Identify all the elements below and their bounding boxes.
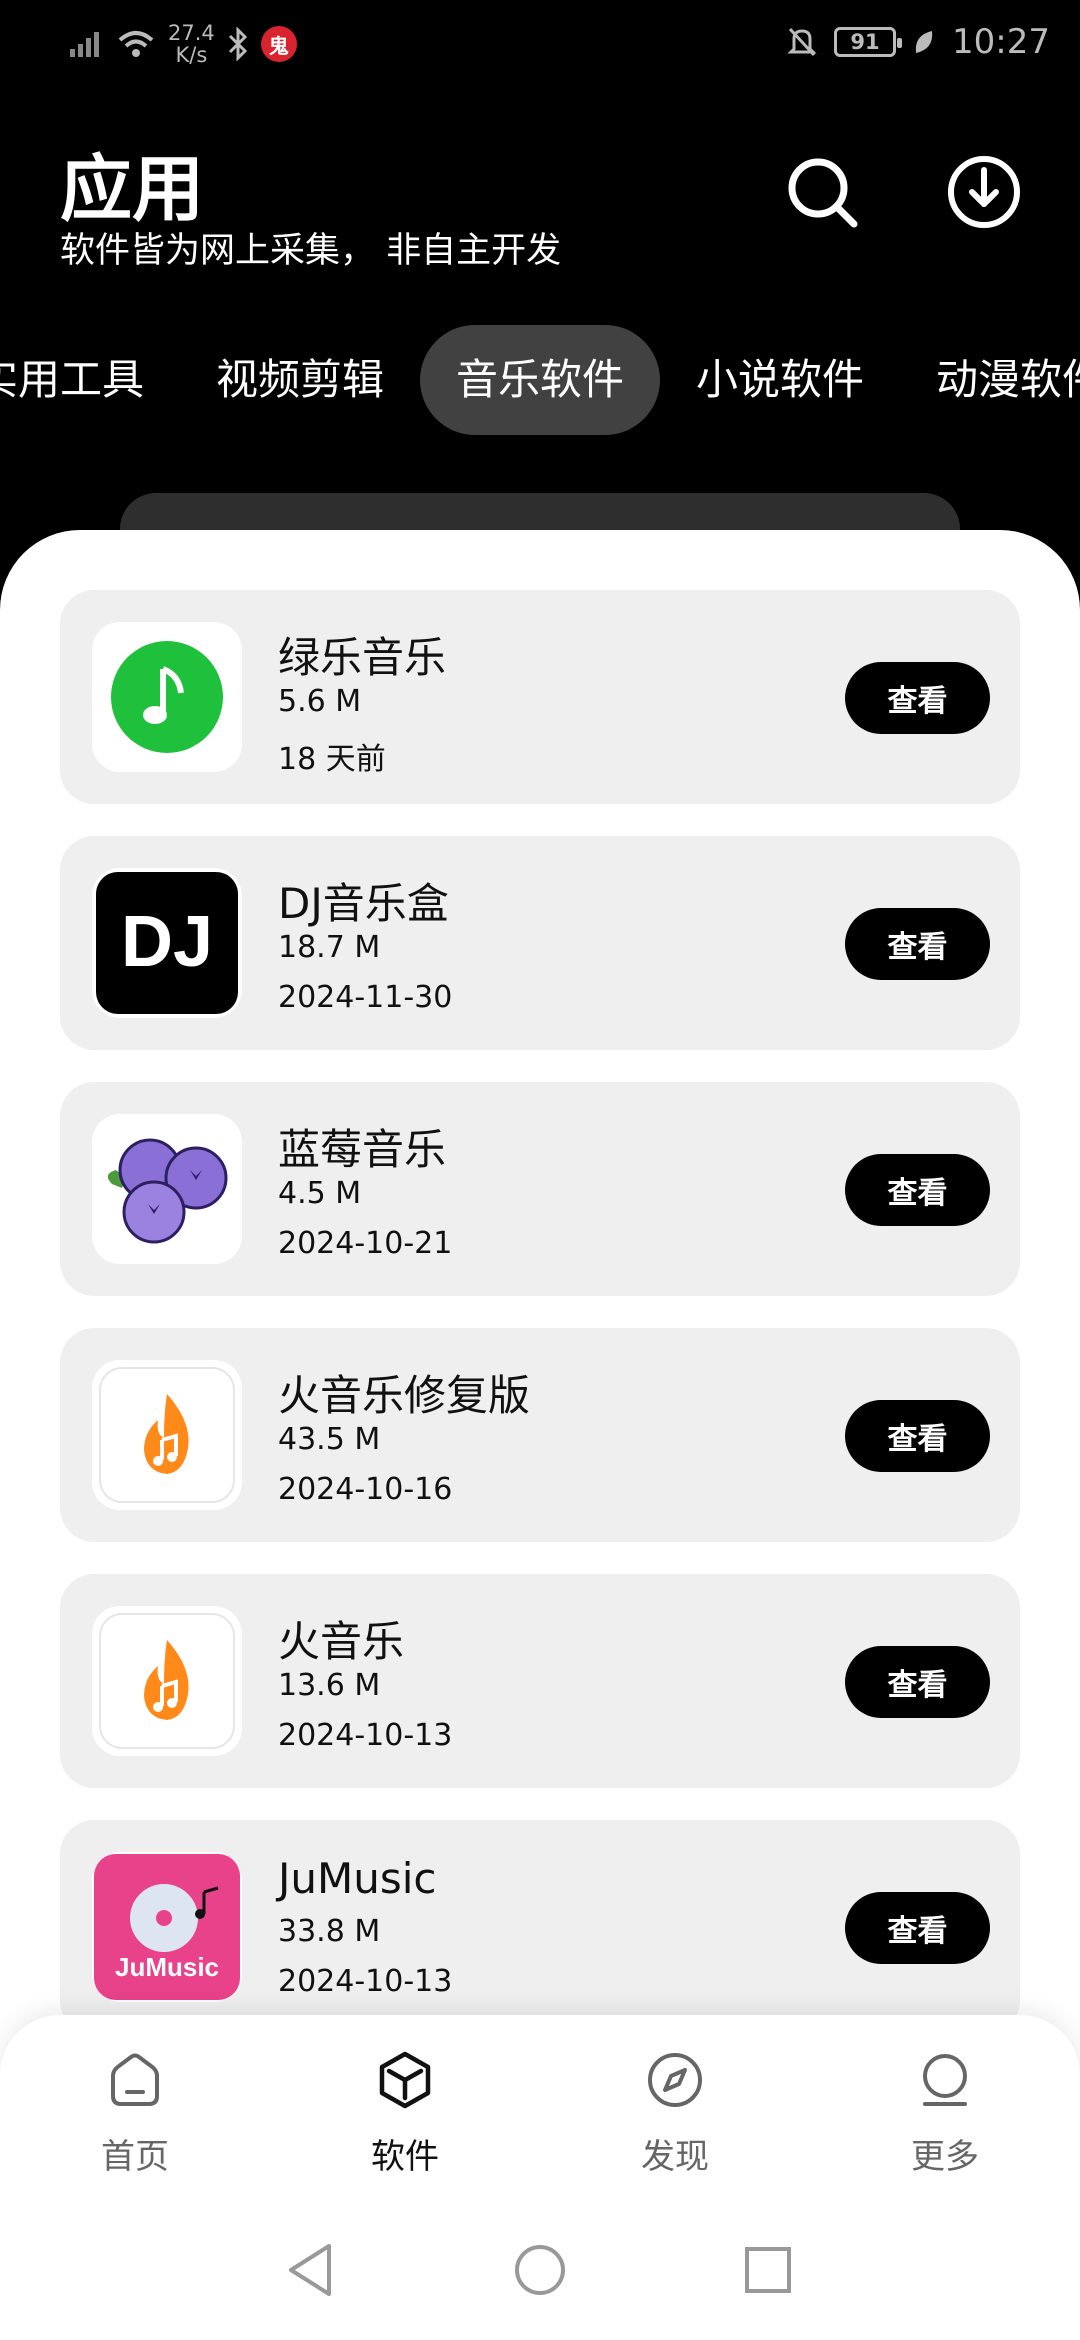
blueberry-icon bbox=[92, 1114, 242, 1264]
system-recents-button[interactable] bbox=[738, 2240, 798, 2300]
tab-tools[interactable]: 实用工具 bbox=[0, 325, 160, 435]
category-tabs: 实用工具 视频剪辑 音乐软件 小说软件 动漫软件 bbox=[0, 325, 1080, 435]
compass-icon bbox=[648, 2053, 702, 2107]
app-size: 4.5 M bbox=[278, 1176, 362, 1211]
app-name: 绿乐音乐 bbox=[278, 633, 447, 682]
app-name: 火音乐修复版 bbox=[278, 1371, 531, 1420]
signal-icon bbox=[70, 32, 99, 57]
battery-indicator: 91 bbox=[834, 27, 903, 57]
view-button[interactable]: 查看 bbox=[845, 1400, 990, 1472]
bluetooth-icon bbox=[228, 27, 247, 61]
status-bar: 27.4 K/s 鬼 91 10:27 bbox=[0, 0, 1080, 90]
dj-logo-icon: DJ bbox=[92, 868, 242, 1018]
jumusic-logo-text: JuMusic bbox=[115, 1952, 219, 1982]
nav-label: 更多 bbox=[911, 2137, 979, 2177]
wifi-icon bbox=[118, 31, 154, 57]
tab-anime-software[interactable]: 动漫软件 bbox=[920, 325, 1080, 435]
app-name: DJ音乐盒 bbox=[278, 879, 449, 928]
app-card[interactable]: 火音乐修复版 43.5 M 2024-10-16 查看 bbox=[60, 1328, 1020, 1542]
app-name: 蓝莓音乐 bbox=[278, 1125, 447, 1174]
app-card[interactable]: 蓝莓音乐 4.5 M 2024-10-21 查看 bbox=[60, 1082, 1020, 1296]
flame-music-icon bbox=[92, 1606, 242, 1756]
search-button[interactable] bbox=[782, 152, 862, 232]
system-back-button[interactable] bbox=[280, 2240, 340, 2300]
leaf-icon bbox=[915, 31, 933, 53]
view-button[interactable]: 查看 bbox=[845, 662, 990, 734]
app-card[interactable]: 火音乐 13.6 M 2024-10-13 查看 bbox=[60, 1574, 1020, 1788]
app-card[interactable]: JuMusic JuMusic 33.8 M 2024-10-13 查看 bbox=[60, 1820, 1020, 2034]
app-size: 43.5 M bbox=[278, 1422, 381, 1457]
recents-square-icon bbox=[745, 2247, 791, 2293]
dj-logo-text: DJ bbox=[121, 902, 213, 982]
app-size: 33.8 M bbox=[278, 1914, 381, 1949]
download-button[interactable] bbox=[944, 152, 1024, 232]
nav-software[interactable]: 软件 bbox=[270, 2015, 540, 2215]
clock: 10:27 bbox=[952, 22, 1050, 62]
app-date: 2024-10-16 bbox=[278, 1472, 453, 1507]
app-name: 火音乐 bbox=[278, 1617, 405, 1666]
tab-novel-software[interactable]: 小说软件 bbox=[680, 325, 880, 435]
nav-discover[interactable]: 发现 bbox=[540, 2015, 810, 2215]
page-title: 应用 bbox=[60, 147, 205, 231]
system-home-button[interactable] bbox=[510, 2240, 570, 2300]
tab-video-editing[interactable]: 视频剪辑 bbox=[200, 325, 400, 435]
app-date: 18 天前 bbox=[278, 742, 386, 777]
download-icon bbox=[948, 156, 1020, 228]
app-date: 2024-10-13 bbox=[278, 1964, 453, 1999]
cube-icon bbox=[379, 2051, 431, 2109]
net-speed: 27.4 K/s bbox=[168, 21, 215, 67]
jumusic-cd-icon: JuMusic bbox=[92, 1852, 242, 2002]
app-size: 18.7 M bbox=[278, 930, 381, 965]
view-button[interactable]: 查看 bbox=[845, 908, 990, 980]
view-button[interactable]: 查看 bbox=[845, 1892, 990, 1964]
bell-muted-icon bbox=[787, 27, 817, 57]
app-date: 2024-10-21 bbox=[278, 1226, 453, 1261]
view-button[interactable]: 查看 bbox=[845, 1646, 990, 1718]
search-icon bbox=[788, 158, 858, 228]
app-card[interactable]: DJ DJ音乐盒 18.7 M 2024-11-30 查看 bbox=[60, 836, 1020, 1050]
app-date: 2024-11-30 bbox=[278, 980, 453, 1015]
back-triangle-icon bbox=[289, 2244, 331, 2296]
view-button[interactable]: 查看 bbox=[845, 1154, 990, 1226]
page-subtitle: 软件皆为网上采集， 非自主开发 bbox=[60, 231, 562, 271]
nav-label: 软件 bbox=[371, 2137, 439, 2177]
flame-music-icon bbox=[92, 1360, 242, 1510]
user-icon bbox=[923, 2054, 967, 2106]
app-date: 2024-10-13 bbox=[278, 1718, 453, 1753]
app-size: 5.6 M bbox=[278, 684, 362, 719]
app-notification-badge: 鬼 bbox=[260, 26, 297, 62]
nav-more[interactable]: 更多 bbox=[810, 2015, 1080, 2215]
app-card[interactable]: 绿乐音乐 5.6 M 18 天前 查看 bbox=[60, 590, 1020, 804]
nav-label: 发现 bbox=[641, 2137, 709, 2177]
tab-music-software[interactable]: 音乐软件 bbox=[420, 325, 660, 435]
music-note-icon bbox=[92, 622, 242, 772]
nav-label: 首页 bbox=[101, 2137, 169, 2177]
home-icon bbox=[111, 2053, 159, 2106]
nav-home[interactable]: 首页 bbox=[0, 2015, 270, 2215]
app-size: 13.6 M bbox=[278, 1668, 381, 1703]
app-name: JuMusic bbox=[278, 1854, 437, 1903]
home-circle-icon bbox=[515, 2245, 565, 2295]
